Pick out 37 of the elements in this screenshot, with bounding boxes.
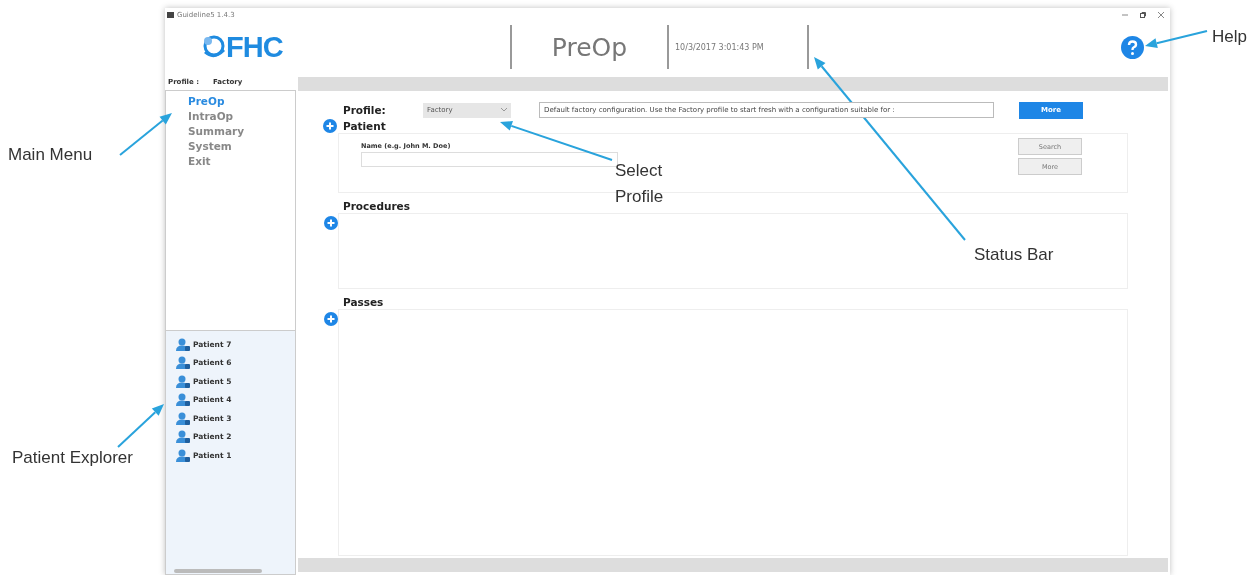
patient-icon [176,393,190,407]
menu-item[interactable]: System [188,139,295,154]
patient-icon [176,356,190,370]
menu-item[interactable]: IntraOp [188,109,295,124]
close-icon[interactable] [1158,12,1164,18]
patient-icon [176,337,190,351]
callout-label: Main Menu [8,145,93,165]
section-title: Procedures [343,200,410,212]
patient-icon [176,448,190,462]
menu-item[interactable]: PreOp [188,94,295,109]
callout-label: Help [1212,27,1247,47]
menu-item[interactable]: Summary [188,124,295,139]
expand-icon[interactable] [323,119,337,133]
profile-label: Profile: [343,104,387,116]
expand-icon[interactable] [324,312,338,326]
help-icon[interactable] [1121,35,1144,59]
patient-icon [176,430,190,444]
callout-label: Status Bar [974,245,1054,265]
menu-item[interactable]: Exit [188,154,295,169]
status-text: 10/3/2017 3:01:43 PM [674,42,765,52]
section-title: Passes [343,296,384,308]
name-field[interactable] [361,152,618,167]
callout-arrow [1145,30,1208,49]
app-icon [167,12,174,18]
callout-arrow [119,113,172,156]
callout-arrow [117,404,164,448]
restore-icon[interactable] [1140,12,1146,18]
scrollbar[interactable] [174,569,262,573]
logo-text: FHC [226,30,283,64]
caret-icon [501,108,507,112]
patient-icon [176,411,190,425]
expand-icon[interactable] [324,216,338,230]
callout-label: Select Profile [615,160,665,208]
page-title: PreOp [550,32,629,62]
callout-label: Patient Explorer [12,448,133,468]
section-title: Patient [343,120,386,132]
patient-icon [176,374,190,388]
